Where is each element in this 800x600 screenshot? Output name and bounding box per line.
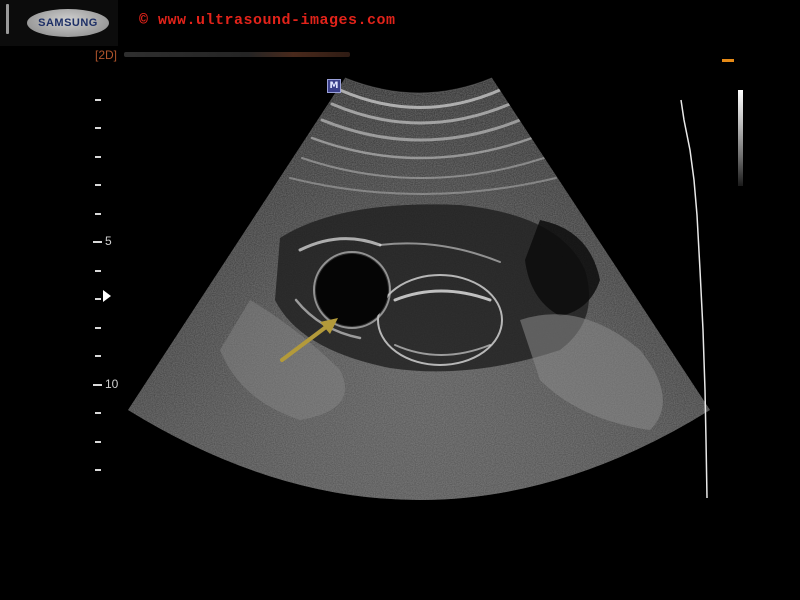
depth-tick xyxy=(95,327,101,329)
depth-tick xyxy=(95,441,101,443)
depth-scale: 5 10 xyxy=(0,0,130,600)
depth-tick-major xyxy=(93,384,102,386)
depth-label-10: 10 xyxy=(105,377,119,391)
depth-tick xyxy=(95,213,101,215)
depth-tick xyxy=(95,184,101,186)
depth-tick xyxy=(95,127,101,129)
depth-tick-major xyxy=(93,241,102,243)
grayscale-map-bar xyxy=(738,90,743,186)
depth-label-5: 5 xyxy=(105,234,112,248)
depth-tick xyxy=(95,156,101,158)
depth-tick xyxy=(95,469,101,471)
right-trace-line xyxy=(680,99,708,499)
anechoic-cyst xyxy=(316,254,388,326)
depth-tick xyxy=(95,355,101,357)
depth-tick xyxy=(95,270,101,272)
depth-tick xyxy=(95,99,101,101)
orientation-marker: M xyxy=(327,79,341,93)
focus-marker-icon[interactable] xyxy=(103,290,111,302)
depth-tick xyxy=(95,298,101,300)
depth-tick xyxy=(95,412,101,414)
scan-sector xyxy=(128,78,710,500)
